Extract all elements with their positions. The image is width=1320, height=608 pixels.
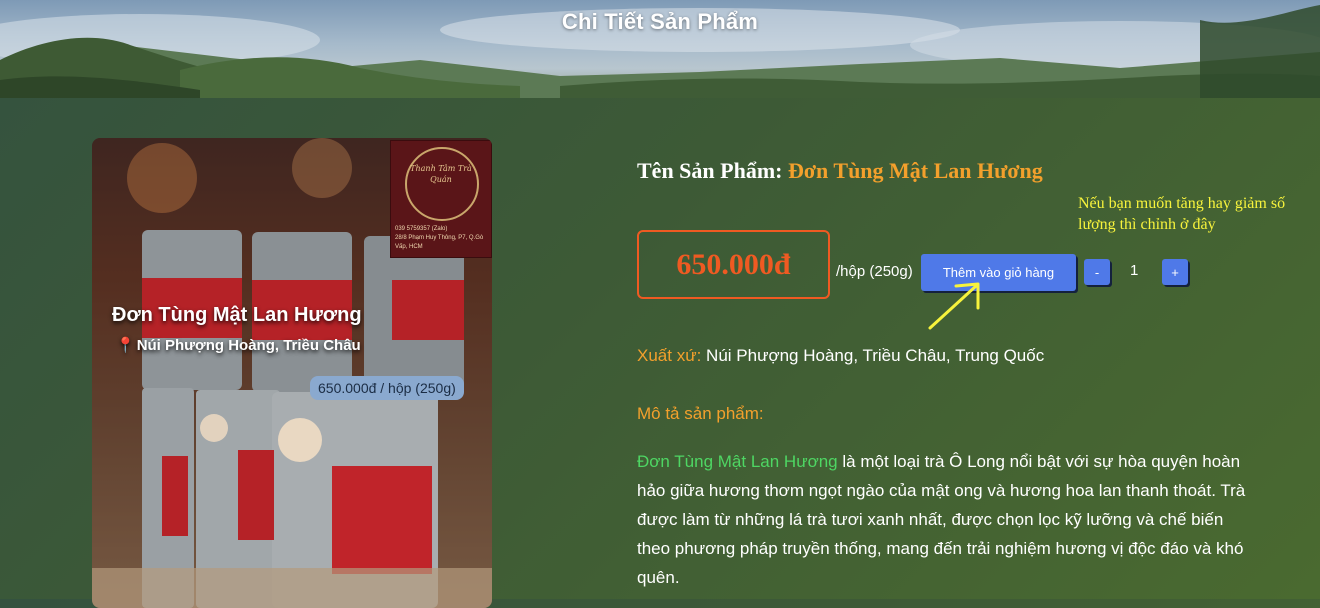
logo-phone: 039 5759357 (Zalo) [395,226,448,232]
product-title: Tên Sản Phẩm: Đơn Tùng Mật Lan Hương [637,158,1043,184]
description-highlight: Đơn Tùng Mật Lan Hương [637,452,838,471]
annotation-arrow-icon [928,282,980,330]
description-label: Mô tả sản phẩm: [637,404,764,423]
product-title-label: Tên Sản Phẩm: [637,158,783,183]
image-origin-text: Núi Phượng Hoàng, Triều Châu [136,337,361,354]
quantity-decrease-button[interactable]: - [1084,259,1110,285]
quantity-hint-annotation: Nếu bạn muốn tăng hay giảm số lượng thì … [1078,195,1286,233]
description-text: là một loại trà Ô Long nổi bật với sự hò… [637,452,1246,587]
origin-value: Núi Phượng Hoàng, Triều Châu, Trung Quốc [706,346,1045,365]
location-pin-icon: 📍 [116,337,135,354]
image-origin: 📍 Núi Phượng Hoàng, Triều Châu [116,336,361,354]
origin-line: Xuất xứ: Núi Phượng Hoàng, Triều Châu, T… [637,346,1044,366]
price-unit: /hộp (250g) [836,263,913,280]
quantity-increase-button[interactable]: + [1162,259,1188,285]
logo-contact: 039 5759357 (Zalo) 28/8 Phạm Huy Thông, … [395,225,489,252]
logo-brand: Thanh Tâm Trà Quán [410,164,472,184]
quantity-value: 1 [1130,262,1139,279]
shop-logo: Thanh Tâm Trà Quán 039 5759357 (Zalo) 28… [390,140,492,258]
image-price-tag: 650.000đ / hộp (250g) [310,376,464,400]
product-title-value: Đơn Tùng Mật Lan Hương [787,158,1043,183]
origin-label: Xuất xứ: [637,346,702,365]
price-box: 650.000đ [637,230,830,299]
header-banner: Chi Tiết Sản Phẩm [0,0,1320,98]
product-description: Đơn Tùng Mật Lan Hương là một loại trà Ô… [637,447,1247,592]
page-title: Chi Tiết Sản Phẩm [561,9,759,34]
logo-address: 28/8 Phạm Huy Thông, P7, Q.Gò Vấp, HCM [395,235,484,250]
image-product-name: Đơn Tùng Mật Lan Hương [112,304,362,326]
product-image: Thanh Tâm Trà Quán 039 5759357 (Zalo) 28… [92,138,492,608]
